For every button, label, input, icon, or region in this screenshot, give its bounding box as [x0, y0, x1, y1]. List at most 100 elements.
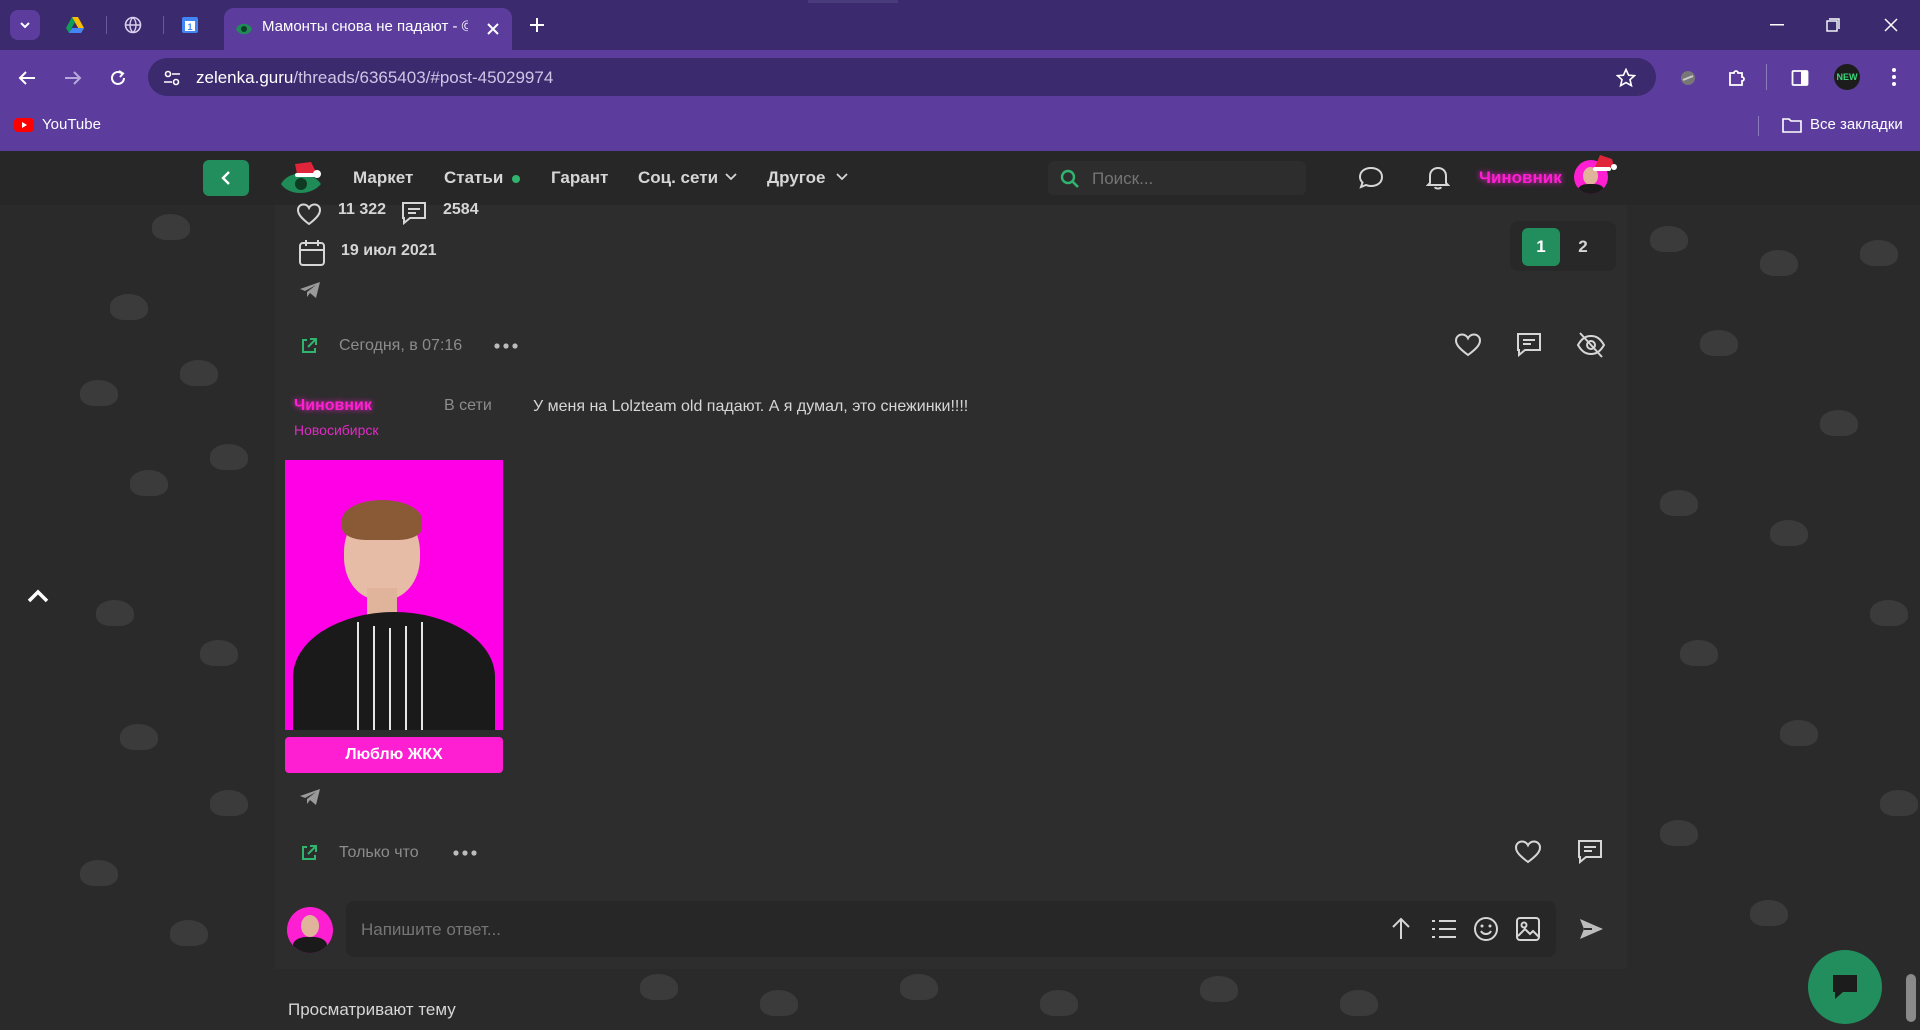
url-host: zelenka.guru: [196, 68, 294, 87]
plus-icon: [530, 18, 544, 32]
nav-market[interactable]: Маркет: [353, 168, 413, 188]
arrow-up-icon[interactable]: [1390, 917, 1412, 941]
page-2-button[interactable]: 2: [1564, 228, 1602, 266]
scroll-top-chevron-up-icon[interactable]: [26, 588, 50, 604]
post1-user-title-badge: Люблю ЖКХ: [285, 737, 503, 773]
chevron-left-icon: [221, 171, 230, 185]
nav-social[interactable]: Соц. сети: [638, 168, 718, 188]
more-options-icon[interactable]: [494, 343, 518, 349]
url-text[interactable]: zelenka.guru/threads/6365403/#post-45029…: [196, 68, 553, 88]
globe-icon: [124, 16, 142, 34]
bookmarks-divider: [1758, 116, 1759, 136]
extension-icon[interactable]: [1676, 66, 1700, 90]
post1-avatar-large[interactable]: [285, 460, 503, 730]
post1-time[interactable]: Сегодня, в 07:16: [339, 337, 462, 355]
chevron-down-icon[interactable]: [725, 173, 737, 181]
nav-back-button[interactable]: [203, 160, 249, 196]
active-tab[interactable]: Мамонты снова не падают - ©: [224, 8, 512, 50]
post1-author[interactable]: Чиновник: [294, 397, 372, 415]
external-link-icon[interactable]: [300, 337, 318, 355]
reply-icon[interactable]: [1515, 331, 1543, 359]
heart-icon: [296, 203, 322, 225]
tab-divider: [106, 16, 107, 34]
articles-new-dot: [512, 175, 520, 183]
url-path: /threads/6365403/#post-45029974: [293, 68, 554, 87]
like-heart-icon[interactable]: [1454, 333, 1482, 357]
external-link-icon[interactable]: [300, 844, 318, 862]
santa-hat-icon: [1593, 155, 1617, 171]
page-1-button[interactable]: 1: [1522, 228, 1560, 266]
nav-other[interactable]: Другое: [767, 168, 825, 188]
drive-icon: [66, 17, 84, 33]
search-input[interactable]: [1090, 166, 1294, 192]
image-upload-icon[interactable]: [1515, 916, 1541, 942]
tab-calendar[interactable]: 1: [173, 8, 207, 42]
tab-globe[interactable]: [116, 8, 150, 42]
extensions-puzzle-icon[interactable]: [1724, 64, 1750, 90]
arrow-right-icon: [65, 71, 82, 85]
close-icon: [1884, 18, 1898, 32]
back-button[interactable]: [12, 63, 42, 93]
thread-messages-count: 2584: [443, 201, 479, 218]
post1-status: В сети: [444, 397, 492, 414]
messages-icon: [402, 202, 426, 226]
list-icon[interactable]: [1431, 919, 1457, 939]
svg-text:1: 1: [187, 22, 192, 32]
post2-time[interactable]: Только что: [339, 844, 419, 862]
thread-date: 19 июл 2021: [341, 242, 437, 259]
post1-city: Новосибирск: [294, 422, 379, 438]
notifications-bell-icon[interactable]: [1426, 165, 1450, 191]
viewers-label: Просматривают тему: [288, 1000, 456, 1019]
post1-text: У меня на Lolzteam old падают. А я думал…: [533, 398, 969, 415]
floating-chat-button[interactable]: [1808, 950, 1882, 1024]
more-options-icon[interactable]: [453, 850, 477, 856]
like-heart-icon[interactable]: [1514, 840, 1542, 864]
tab-drive[interactable]: [58, 8, 92, 42]
restore-icon: [1826, 18, 1840, 32]
tab-search-chevron-icon[interactable]: [10, 10, 40, 40]
site-logo[interactable]: [277, 158, 325, 203]
calendar-icon: 1: [182, 17, 198, 33]
forward-button[interactable]: [58, 63, 88, 93]
all-bookmarks-label: Все закладки: [1810, 116, 1903, 133]
page-scrollbar-thumb[interactable]: [1906, 974, 1916, 1022]
reply-icon[interactable]: [1576, 838, 1604, 866]
youtube-icon: [14, 117, 34, 132]
nav-guarantor[interactable]: Гарант: [551, 168, 608, 188]
bookmark-youtube[interactable]: YouTube: [14, 116, 101, 133]
chrome-menu-icon[interactable]: [1882, 64, 1906, 90]
site-info-icon[interactable]: [160, 66, 184, 90]
toolbar-divider: [1766, 64, 1767, 90]
nav-username[interactable]: Чиновник: [1479, 168, 1562, 188]
nav-articles[interactable]: Статьи: [444, 168, 503, 188]
reload-button[interactable]: [103, 63, 133, 93]
lolz-eye-logo-icon: [281, 162, 321, 193]
arrow-left-icon: [18, 71, 35, 85]
search-box[interactable]: [1048, 161, 1306, 195]
telegram-icon[interactable]: [299, 788, 321, 806]
send-icon[interactable]: [1578, 916, 1604, 942]
restore-button[interactable]: [1818, 12, 1848, 38]
search-icon: [1060, 169, 1079, 188]
bookmark-star-icon[interactable]: [1614, 66, 1638, 90]
bookmark-youtube-label: YouTube: [42, 116, 101, 133]
chevron-down-icon[interactable]: [836, 173, 848, 181]
side-panel-icon[interactable]: [1788, 66, 1812, 90]
minimize-icon: [1770, 24, 1784, 26]
profile-new-badge[interactable]: NEW: [1834, 64, 1860, 90]
site-favicon-icon: [236, 23, 252, 35]
hide-eye-slash-icon[interactable]: [1576, 331, 1606, 359]
bookmarks-bar: [0, 100, 1920, 151]
all-bookmarks[interactable]: Все закладки: [1782, 116, 1903, 133]
close-window-button[interactable]: [1876, 12, 1906, 38]
chat-bubble-icon: [1833, 975, 1857, 999]
telegram-icon[interactable]: [299, 281, 321, 299]
calendar-icon: [299, 240, 325, 266]
close-tab-icon[interactable]: [486, 22, 500, 36]
emoji-smile-icon[interactable]: [1473, 916, 1499, 942]
new-tab-button[interactable]: [524, 12, 550, 38]
messages-chat-icon[interactable]: [1358, 166, 1384, 190]
reply-input[interactable]: [359, 915, 1163, 945]
tab-divider: [163, 16, 164, 34]
minimize-button[interactable]: [1762, 12, 1792, 38]
